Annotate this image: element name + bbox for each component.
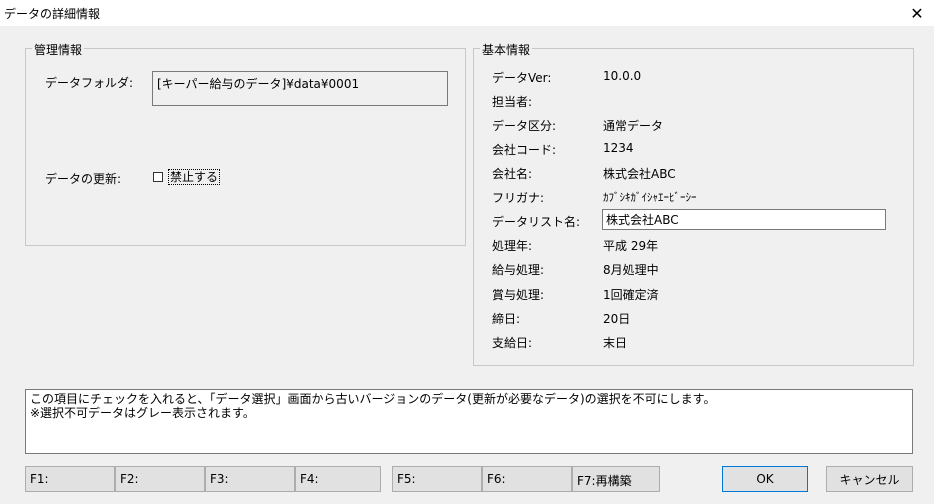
f2-button[interactable]: F2: xyxy=(115,466,205,492)
basic-label-list-name: データリスト名: xyxy=(492,215,581,229)
basic-label-person: 担当者: xyxy=(492,95,533,109)
basic-label-salary: 給与処理: xyxy=(492,263,545,277)
folder-path-box: [キーパー給与のデータ]¥data¥0001 xyxy=(152,71,448,106)
basic-value-bonus: 1回確定済 xyxy=(603,288,659,302)
basic-value-company-code: 1234 xyxy=(603,141,634,155)
f1-button[interactable]: F1: xyxy=(25,466,115,492)
f4-button[interactable]: F4: xyxy=(295,466,381,492)
prohibit-label[interactable]: 禁止する xyxy=(168,169,221,185)
basic-label-company-code: 会社コード: xyxy=(492,143,557,157)
basic-label-furigana: フリガナ: xyxy=(492,191,545,205)
folder-label: データフォルダ: xyxy=(45,76,134,90)
basic-info-group-title: 基本情報 xyxy=(480,41,533,58)
basic-label-company-name: 会社名: xyxy=(492,167,533,181)
basic-value-salary: 8月処理中 xyxy=(603,263,659,277)
f6-button[interactable]: F6: xyxy=(482,466,572,492)
basic-label-year: 処理年: xyxy=(492,239,533,253)
basic-label-ver: データVer: xyxy=(492,71,552,85)
basic-label-closing: 締日: xyxy=(492,312,521,326)
basic-value-year: 平成 29年 xyxy=(603,239,659,253)
list-name-input[interactable] xyxy=(602,209,886,230)
basic-label-category: データ区分: xyxy=(492,119,557,133)
basic-label-payday: 支給日: xyxy=(492,336,533,350)
prohibit-checkbox[interactable] xyxy=(153,172,163,182)
basic-value-ver: 10.0.0 xyxy=(603,69,642,83)
close-icon[interactable]: ✕ xyxy=(900,0,934,26)
f7-rebuild-button[interactable]: F7:再構築 xyxy=(572,466,660,492)
title-bar: データの詳細情報 ✕ xyxy=(0,0,934,26)
basic-label-bonus: 賞与処理: xyxy=(492,288,545,302)
basic-value-category: 通常データ xyxy=(603,119,664,133)
f3-button[interactable]: F3: xyxy=(205,466,295,492)
basic-value-company-name: 株式会社ABC xyxy=(603,167,676,181)
basic-value-furigana: ｶﾌﾞｼｷｶﾞｲｼｬｴｰﾋﾞｰｼｰ xyxy=(603,191,697,204)
basic-value-payday: 末日 xyxy=(603,336,628,350)
management-group-title: 管理情報 xyxy=(32,41,85,58)
update-label: データの更新: xyxy=(45,172,122,186)
description-box: この項目にチェックを入れると、「データ選択」画面から古いバージョンのデータ(更新… xyxy=(25,389,913,454)
description-line-2: ※選択不可データはグレー表示されます。 xyxy=(30,406,255,420)
ok-button[interactable]: OK xyxy=(722,466,808,492)
basic-info-group: 基本情報 xyxy=(473,41,914,366)
window-title: データの詳細情報 xyxy=(4,7,101,21)
description-line-1: この項目にチェックを入れると、「データ選択」画面から古いバージョンのデータ(更新… xyxy=(30,392,716,406)
f5-button[interactable]: F5: xyxy=(392,466,482,492)
cancel-button[interactable]: キャンセル xyxy=(826,466,913,492)
basic-value-closing: 20日 xyxy=(603,312,631,326)
